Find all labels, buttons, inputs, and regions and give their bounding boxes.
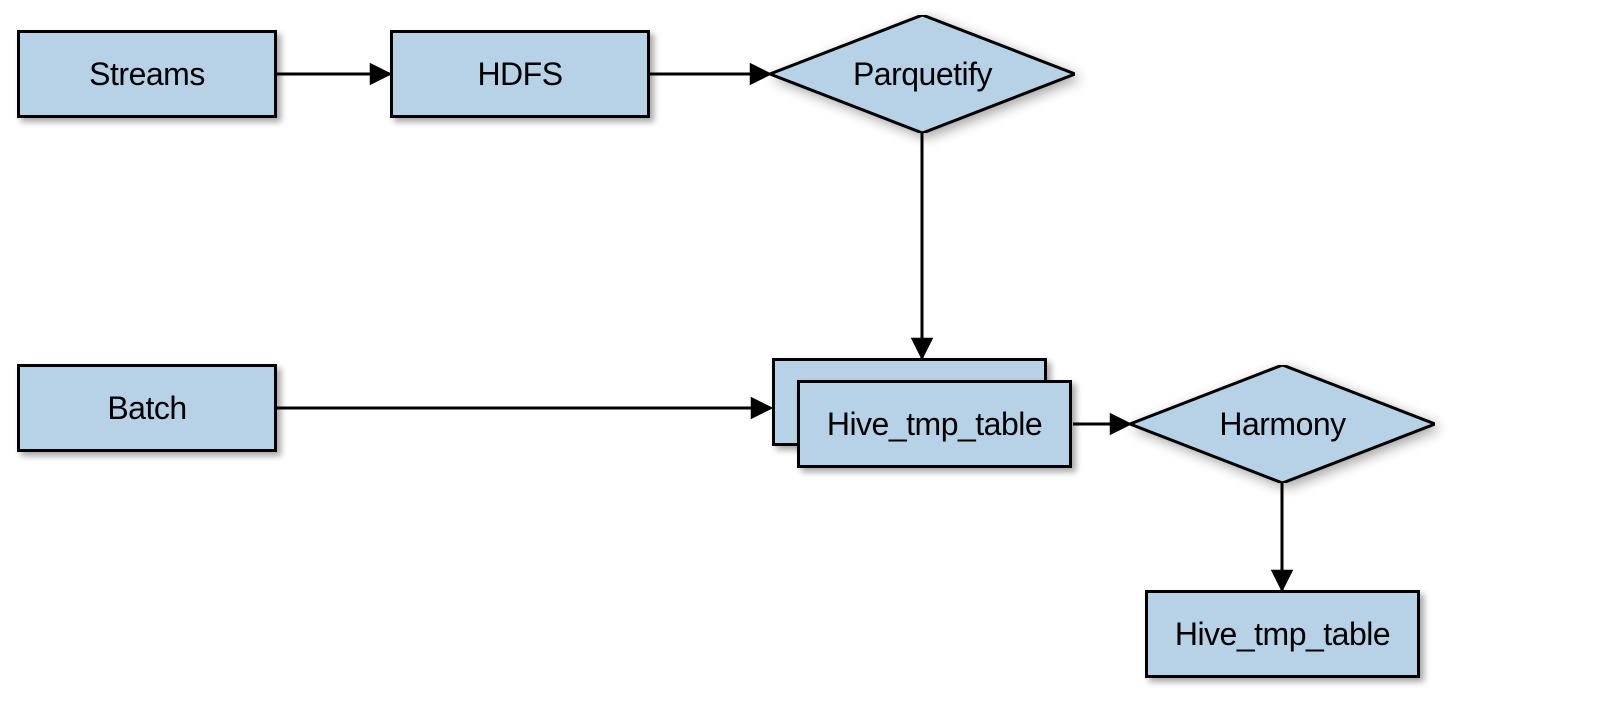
node-hive-tmp-2: Hive_tmp_table <box>1145 590 1420 678</box>
flowchart-canvas: Streams HDFS Parquetify Batch Hive_tmp_t… <box>0 0 1617 718</box>
node-hive-tmp-1: Hive_tmp_table <box>797 380 1072 468</box>
node-batch-label: Batch <box>107 390 186 427</box>
node-streams: Streams <box>17 30 277 118</box>
node-harmony <box>1130 365 1435 483</box>
node-streams-label: Streams <box>89 56 205 93</box>
node-hdfs-label: HDFS <box>477 56 562 93</box>
node-hive-tmp-2-label: Hive_tmp_table <box>1175 616 1390 653</box>
node-batch: Batch <box>17 364 277 452</box>
node-hive-tmp-1-label: Hive_tmp_table <box>827 406 1042 443</box>
node-hdfs: HDFS <box>390 30 650 118</box>
node-parquetify <box>770 15 1075 133</box>
